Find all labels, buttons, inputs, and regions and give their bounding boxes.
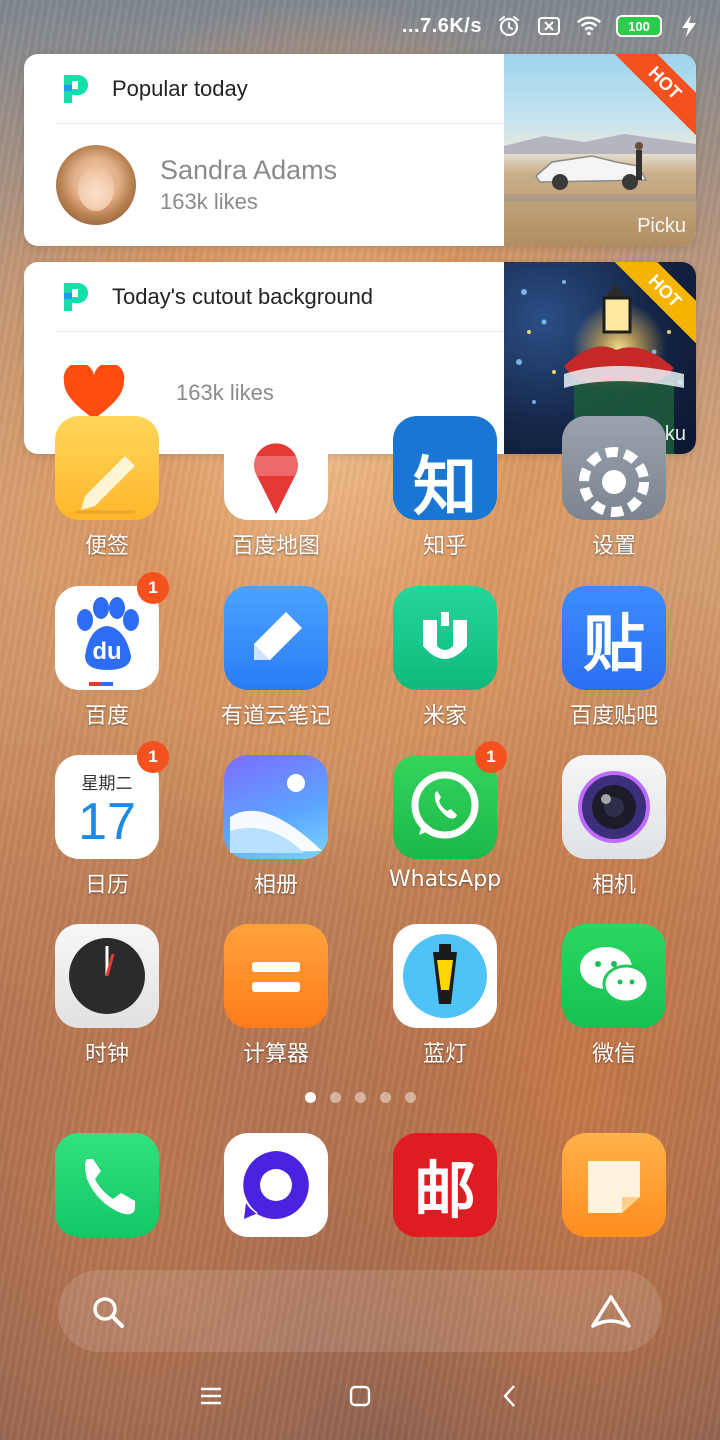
lantern-icon[interactable]	[393, 924, 497, 1028]
assistant-icon[interactable]	[583, 1284, 639, 1340]
gallery-icon[interactable]	[224, 755, 328, 859]
app-label: 有道云笔记	[220, 704, 331, 729]
user-name[interactable]: Sandra Adams	[160, 153, 337, 187]
app-label: 相机	[591, 873, 636, 898]
likes-count: 163k likes	[160, 189, 258, 214]
app-label: 百度贴吧	[569, 704, 658, 729]
post-icon[interactable]: 邮	[393, 1133, 497, 1237]
app-calculator[interactable]: 计算器	[191, 924, 361, 1074]
memo-icon[interactable]	[562, 1133, 666, 1237]
notification-badge: 1	[475, 741, 507, 773]
tieba-glyph: 贴	[582, 607, 645, 680]
app-label: 设置	[591, 534, 636, 559]
alarm-icon	[496, 13, 522, 39]
clock-icon[interactable]	[55, 924, 159, 1028]
calendar-icon[interactable]: 星期二 17 1	[55, 741, 169, 859]
app-label: 知乎	[422, 534, 467, 559]
messages-icon[interactable]	[224, 1133, 328, 1237]
back-icon[interactable]	[490, 1376, 530, 1416]
widget-header: Today's cutout background	[24, 262, 504, 332]
app-label: 相册	[253, 873, 298, 898]
charging-icon	[676, 13, 702, 39]
app-label: 日历	[84, 873, 129, 898]
app-baidu-tieba[interactable]: 贴 百度贴吧	[529, 586, 699, 736]
calendar-weekday: 星期二	[81, 773, 133, 794]
page-dot[interactable]	[354, 1092, 366, 1103]
mijia-icon[interactable]	[393, 586, 497, 690]
app-label: 蓝灯	[422, 1042, 467, 1067]
baidu-du-glyph: du	[92, 638, 122, 665]
app-calendar[interactable]: 星期二 17 1 日历	[22, 741, 192, 905]
page-indicator[interactable]	[0, 1092, 720, 1103]
battery-icon: 100	[616, 15, 662, 37]
popular-today-widget[interactable]: Popular today Sandra Adams 163k likes HO…	[24, 54, 696, 246]
post-glyph: 邮	[413, 1154, 476, 1227]
app-mijia[interactable]: 米家	[360, 586, 530, 736]
popular-photo-thumbnail[interactable]: HOT Picku	[504, 54, 696, 246]
app-label: 便签	[84, 534, 129, 559]
whatsapp-icon[interactable]: 1	[393, 741, 507, 859]
network-speed: ...7.6K/s	[401, 14, 482, 37]
app-baidu-maps[interactable]: 百度地图	[191, 416, 361, 566]
notification-badge: 1	[137, 741, 169, 773]
notes-icon[interactable]	[55, 416, 159, 520]
app-clock[interactable]: 时钟	[22, 924, 192, 1074]
menu-icon[interactable]	[191, 1376, 231, 1416]
app-youdao-note[interactable]: 有道云笔记	[191, 586, 361, 736]
app-settings[interactable]: 设置	[529, 416, 699, 566]
widget-header: Popular today	[24, 54, 504, 124]
wifi-icon	[576, 13, 602, 39]
wechat-icon[interactable]	[562, 924, 666, 1028]
app-lantern[interactable]: 蓝灯	[360, 924, 530, 1074]
calendar-day: 17	[78, 792, 136, 851]
app-zhihu[interactable]: 知 知乎	[360, 416, 530, 566]
home-icon[interactable]	[340, 1376, 380, 1416]
dock-post[interactable]: 邮	[360, 1133, 530, 1283]
app-label: 计算器	[242, 1042, 309, 1067]
youdao-note-icon[interactable]	[224, 586, 328, 690]
page-dot[interactable]	[379, 1092, 391, 1103]
app-label: WhatsApp	[388, 867, 502, 892]
picku-logo-icon	[64, 75, 88, 103]
dock-messages[interactable]	[191, 1133, 361, 1283]
zhihu-glyph: 知	[413, 451, 477, 525]
app-label: 米家	[422, 704, 467, 729]
page-dot[interactable]	[329, 1092, 341, 1103]
widget-title: Popular today	[112, 76, 248, 101]
calculator-icon[interactable]	[224, 924, 328, 1028]
app-whatsapp[interactable]: 1 WhatsApp	[360, 741, 530, 905]
app-notes[interactable]: 便签	[22, 416, 192, 566]
app-camera[interactable]: 相机	[529, 755, 699, 905]
status-bar: ...7.6K/s 100	[0, 0, 720, 52]
baidu-maps-icon[interactable]	[224, 416, 328, 520]
app-label: 百度	[84, 704, 129, 729]
navigation-bar	[0, 1366, 720, 1426]
zhihu-icon[interactable]: 知	[393, 416, 497, 525]
widget-title: Today's cutout background	[112, 284, 374, 309]
phone-icon[interactable]	[55, 1133, 159, 1237]
page-dot[interactable]	[404, 1092, 416, 1103]
app-wechat[interactable]: 微信	[529, 924, 699, 1074]
camera-icon[interactable]	[562, 755, 666, 859]
widget-content[interactable]: Sandra Adams 163k likes	[56, 124, 504, 246]
picku-watermark: Picku	[637, 215, 686, 237]
app-label: 微信	[591, 1042, 636, 1067]
avatar[interactable]	[56, 145, 136, 225]
search-icon[interactable]	[80, 1284, 136, 1340]
app-baidu[interactable]: du 1 百度	[22, 572, 192, 736]
page-dot-active[interactable]	[304, 1092, 316, 1103]
app-label: 百度地图	[231, 534, 320, 559]
settings-icon[interactable]	[562, 416, 666, 520]
app-gallery[interactable]: 相册	[191, 755, 361, 905]
dock-notes[interactable]	[529, 1133, 699, 1283]
notification-badge: 1	[137, 572, 169, 604]
sim-disabled-icon	[536, 13, 562, 39]
baidu-tieba-icon[interactable]: 贴	[562, 586, 666, 690]
search-bar[interactable]	[58, 1270, 662, 1352]
likes-count: 163k likes	[176, 380, 274, 405]
app-label: 时钟	[84, 1042, 129, 1067]
picku-logo-icon	[64, 283, 88, 311]
baidu-icon[interactable]: du 1	[55, 572, 169, 690]
dock-phone[interactable]	[22, 1133, 192, 1283]
